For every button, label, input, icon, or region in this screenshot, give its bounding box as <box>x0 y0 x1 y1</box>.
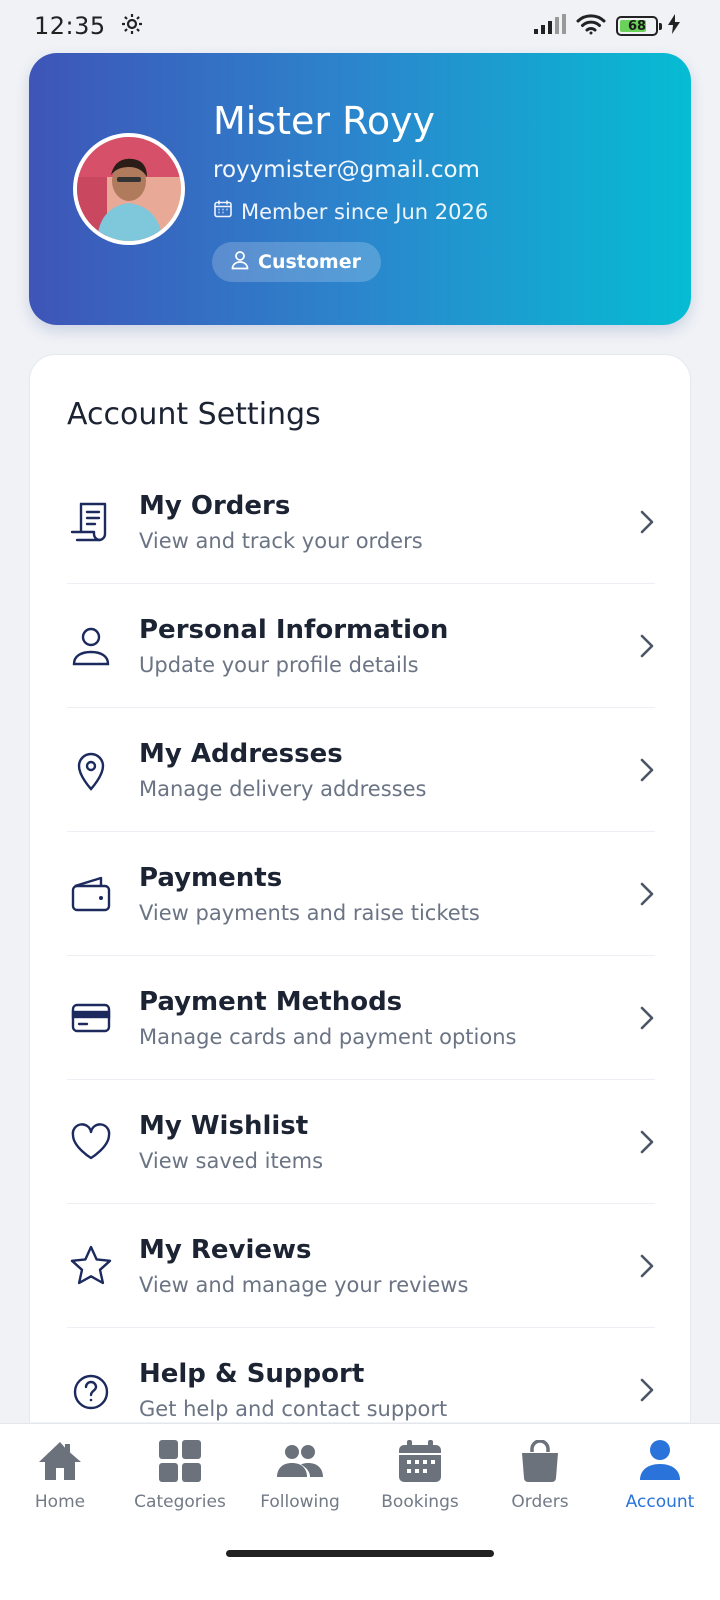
charging-bolt-icon <box>668 14 680 38</box>
settings-item-payments[interactable]: Payments View payments and raise tickets <box>67 832 655 956</box>
item-title: My Wishlist <box>139 1110 309 1141</box>
profile-name: Mister Royy <box>213 99 436 143</box>
credit-card-icon <box>67 993 139 1043</box>
item-subtitle: View saved items <box>139 1148 324 1173</box>
profile-card: Mister Royy royymister@gmail.com Member … <box>29 53 691 325</box>
nav-item-orders[interactable]: Orders <box>480 1438 600 1534</box>
home-icon <box>37 1438 83 1484</box>
status-bar: 12:35 68 <box>0 0 720 52</box>
settings-gear-icon <box>120 12 144 40</box>
nav-label: Home <box>34 1492 86 1512</box>
help-circle-icon <box>67 1365 139 1415</box>
member-since: Member since Jun 2026 <box>213 199 488 224</box>
chevron-right-icon <box>625 1005 655 1031</box>
calendar-icon <box>213 199 233 224</box>
chevron-right-icon <box>625 1377 655 1403</box>
account-icon <box>640 1438 680 1484</box>
role-label: Customer <box>258 251 361 273</box>
chevron-right-icon <box>625 509 655 535</box>
settings-item-my-orders[interactable]: My Orders View and track your orders <box>67 460 655 584</box>
chevron-right-icon <box>625 1129 655 1155</box>
item-title: Personal Information <box>139 614 449 645</box>
receipt-icon <box>67 497 139 547</box>
item-subtitle: View payments and raise tickets <box>139 900 480 925</box>
nav-item-account[interactable]: Account <box>600 1438 720 1534</box>
nav-item-home[interactable]: Home <box>0 1438 120 1534</box>
member-since-text: Member since Jun 2026 <box>241 199 489 224</box>
people-icon <box>277 1438 323 1484</box>
item-title: Help & Support <box>139 1359 365 1389</box>
chevron-right-icon <box>625 1253 655 1279</box>
heart-icon <box>67 1117 139 1167</box>
wifi-icon <box>576 13 606 39</box>
settings-item-my-reviews[interactable]: My Reviews View and manage your reviews <box>67 1204 655 1328</box>
item-title: My Addresses <box>139 738 343 769</box>
nav-label: Account <box>625 1492 695 1512</box>
item-subtitle: Get help and contact support <box>139 1397 448 1421</box>
settings-item-personal-information[interactable]: Personal Information Update your profile… <box>67 584 655 708</box>
battery-icon: 68 <box>616 16 662 36</box>
item-title: Payments <box>139 862 283 893</box>
calendar-icon <box>399 1438 441 1484</box>
item-subtitle: View and manage your reviews <box>139 1272 469 1297</box>
chevron-right-icon <box>625 757 655 783</box>
item-title: My Reviews <box>139 1234 312 1265</box>
shopping-bag-icon <box>520 1438 560 1484</box>
item-subtitle: Manage cards and payment options <box>139 1024 517 1049</box>
settings-title: Account Settings <box>67 397 321 432</box>
item-title: My Orders <box>139 490 291 521</box>
wallet-icon <box>67 869 139 919</box>
settings-item-my-addresses[interactable]: My Addresses Manage delivery addresses <box>67 708 655 832</box>
nav-label: Orders <box>511 1492 569 1512</box>
account-settings-card: Account Settings My Orders View and trac… <box>29 354 691 1422</box>
user-icon <box>230 250 250 275</box>
nav-label: Bookings <box>381 1492 459 1512</box>
nav-item-bookings[interactable]: Bookings <box>360 1438 480 1534</box>
star-icon <box>67 1241 139 1291</box>
profile-email: royymister@gmail.com <box>213 157 480 183</box>
chevron-right-icon <box>625 881 655 907</box>
home-indicator[interactable] <box>226 1550 494 1557</box>
settings-item-my-wishlist[interactable]: My Wishlist View saved items <box>67 1080 655 1204</box>
nav-item-categories[interactable]: Categories <box>120 1438 240 1534</box>
settings-list: My Orders View and track your orders Per… <box>67 460 655 1422</box>
grid-icon <box>159 1438 201 1484</box>
avatar[interactable] <box>73 133 185 245</box>
location-pin-icon <box>67 745 139 795</box>
nav-label: Following <box>260 1492 340 1512</box>
user-icon <box>67 621 139 671</box>
settings-item-help-support[interactable]: Help & Support Get help and contact supp… <box>67 1328 655 1422</box>
chevron-right-icon <box>625 633 655 659</box>
status-time: 12:35 <box>34 12 106 40</box>
bottom-navigation: Home Categories Following Bookings Order… <box>0 1423 720 1600</box>
battery-level: 68 <box>627 18 647 34</box>
settings-item-payment-methods[interactable]: Payment Methods Manage cards and payment… <box>67 956 655 1080</box>
nav-item-following[interactable]: Following <box>240 1438 360 1534</box>
signal-icon <box>534 14 566 38</box>
item-subtitle: Update your profile details <box>139 652 419 677</box>
item-subtitle: Manage delivery addresses <box>139 776 427 801</box>
item-title: Payment Methods <box>139 986 403 1017</box>
role-badge: Customer <box>212 242 381 282</box>
nav-label: Categories <box>134 1492 226 1512</box>
item-subtitle: View and track your orders <box>139 528 423 553</box>
